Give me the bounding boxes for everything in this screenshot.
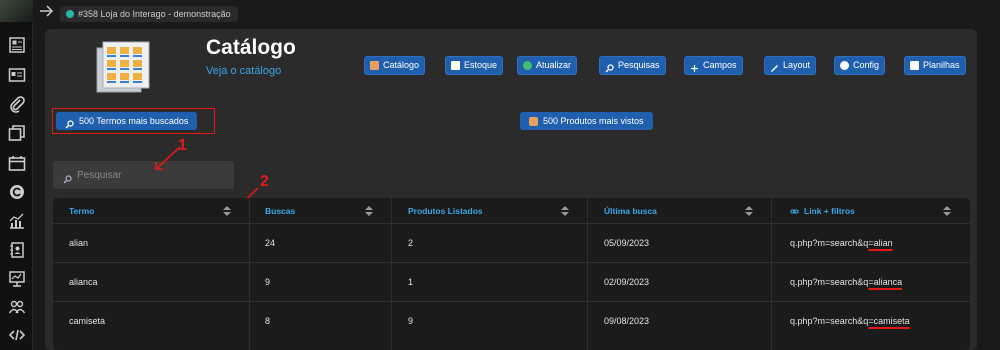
column-header-products-listed[interactable]: Produtos Listados: [408, 198, 483, 224]
searches-button-label: Pesquisas: [618, 60, 660, 70]
plus-icon: [690, 61, 699, 72]
users-icon[interactable]: [8, 298, 26, 316]
sort-icon[interactable]: [365, 206, 373, 216]
refresh-button[interactable]: Atualizar: [517, 56, 578, 75]
spreadsheet-icon: [910, 61, 919, 70]
stock-button-label: Estoque: [464, 60, 498, 70]
config-button[interactable]: Config: [834, 56, 886, 75]
view-catalog-link[interactable]: Veja o catálogo: [206, 65, 281, 77]
config-button-label: Config: [853, 60, 880, 70]
annotation-number-2: 2: [260, 173, 269, 190]
cell-searches: 24: [265, 238, 276, 248]
stock-icon: [451, 61, 460, 70]
cell-link[interactable]: q.php?m=search&q=alian: [790, 224, 893, 263]
page-title: Catálogo: [206, 36, 296, 59]
top-products-button[interactable]: 500 Produtos mais vistos: [520, 112, 653, 130]
fields-button[interactable]: Campos: [684, 56, 743, 75]
paperclip-icon[interactable]: [8, 95, 26, 113]
cell-term: alianca: [69, 277, 98, 287]
app-sidebar: [0, 0, 33, 350]
cell-searches: 9: [265, 277, 271, 287]
sort-icon[interactable]: [943, 206, 951, 216]
project-tab-label: #358 Loja do Interago - demonstração: [78, 9, 231, 19]
table-header: Termo Buscas Produtos Listados Última bu…: [53, 198, 970, 224]
cell-last-search: 02/09/2023: [604, 277, 650, 287]
spreadsheets-button-label: Planilhas: [923, 60, 960, 70]
spreadsheets-button[interactable]: Planilhas: [904, 56, 966, 75]
top-terms-label: 500 Termos mais buscados: [79, 116, 189, 126]
catalog-icon: [370, 61, 379, 70]
top-terms-button[interactable]: 500 Termos mais buscados: [56, 112, 198, 130]
contact-book-icon[interactable]: [8, 241, 26, 259]
status-dot-icon: [66, 10, 74, 18]
table-row[interactable]: camiseta 8 9 09/08/2023 q.php?m=search&q…: [53, 301, 970, 340]
layout-button[interactable]: Layout: [764, 56, 817, 75]
back-arrow-icon[interactable]: [38, 3, 54, 19]
magnifier-icon: [65, 117, 74, 128]
gear-icon: [840, 61, 849, 70]
presentation-icon[interactable]: [8, 270, 26, 288]
cell-link[interactable]: q.php?m=search&q=alianca: [790, 263, 902, 302]
cell-products: 2: [408, 238, 414, 248]
catalog-illustration-icon: [96, 41, 150, 93]
bar-chart-icon[interactable]: [8, 212, 26, 230]
calendar-icon[interactable]: [8, 154, 26, 172]
sort-icon[interactable]: [561, 206, 569, 216]
stock-button[interactable]: Estoque: [445, 56, 504, 75]
refresh-icon: [523, 61, 532, 70]
column-header-searches[interactable]: Buscas: [265, 198, 295, 224]
cell-products: 1: [408, 277, 414, 287]
search-field[interactable]: [53, 161, 234, 189]
brush-icon: [770, 61, 779, 72]
search-terms-table: Termo Buscas Produtos Listados Última bu…: [53, 198, 970, 350]
cell-last-search: 09/08/2023: [604, 316, 650, 326]
magnifier-icon: [605, 61, 614, 73]
cell-searches: 8: [265, 316, 271, 326]
column-header-link-filters[interactable]: Link + filtros: [804, 198, 855, 224]
cell-term: alian: [69, 238, 89, 248]
link-prefix: q.php?m=search&q: [790, 316, 869, 326]
catalog-button[interactable]: Catálogo: [364, 56, 426, 75]
top-products-label: 500 Produtos mais vistos: [543, 116, 644, 126]
sort-icon[interactable]: [745, 206, 753, 216]
link-prefix: q.php?m=search&q: [790, 238, 869, 248]
fields-button-label: Campos: [703, 60, 737, 70]
cell-last-search: 05/09/2023: [604, 238, 650, 248]
dashboard-icon[interactable]: [8, 36, 26, 54]
link-icon: [790, 209, 799, 214]
cell-term: camiseta: [69, 316, 106, 326]
column-header-last-search[interactable]: Última busca: [604, 198, 657, 224]
box-icon: [529, 116, 538, 126]
windows-icon[interactable]: [8, 124, 26, 142]
column-header-term[interactable]: Termo: [69, 198, 94, 224]
annotation-number-1: 1: [178, 137, 187, 154]
search-icon: [63, 171, 72, 184]
cell-products: 9: [408, 316, 414, 326]
table-row[interactable]: alian 24 2 05/09/2023 q.php?m=search&q=a…: [53, 223, 970, 262]
cell-link[interactable]: q.php?m=search&q=camiseta: [790, 302, 910, 341]
project-tab[interactable]: #358 Loja do Interago - demonstração: [60, 6, 238, 22]
code-tag-icon[interactable]: [8, 326, 26, 344]
link-prefix: q.php?m=search&q: [790, 277, 869, 287]
searches-button[interactable]: Pesquisas: [599, 56, 666, 75]
table-row[interactable]: alianca 9 1 02/09/2023 q.php?m=search&q=…: [53, 262, 970, 301]
sidebar-logo[interactable]: [0, 0, 33, 22]
link-query: =alianca: [868, 277, 903, 287]
sort-icon[interactable]: [223, 206, 231, 216]
catalog-button-label: Catálogo: [383, 60, 420, 70]
layout-button-label: Layout: [783, 60, 811, 70]
link-query: =alian: [868, 238, 893, 248]
id-card-icon[interactable]: [8, 66, 26, 84]
refresh-circle-icon[interactable]: [8, 183, 26, 201]
link-query: =camiseta: [868, 316, 910, 326]
refresh-button-label: Atualizar: [536, 60, 572, 70]
